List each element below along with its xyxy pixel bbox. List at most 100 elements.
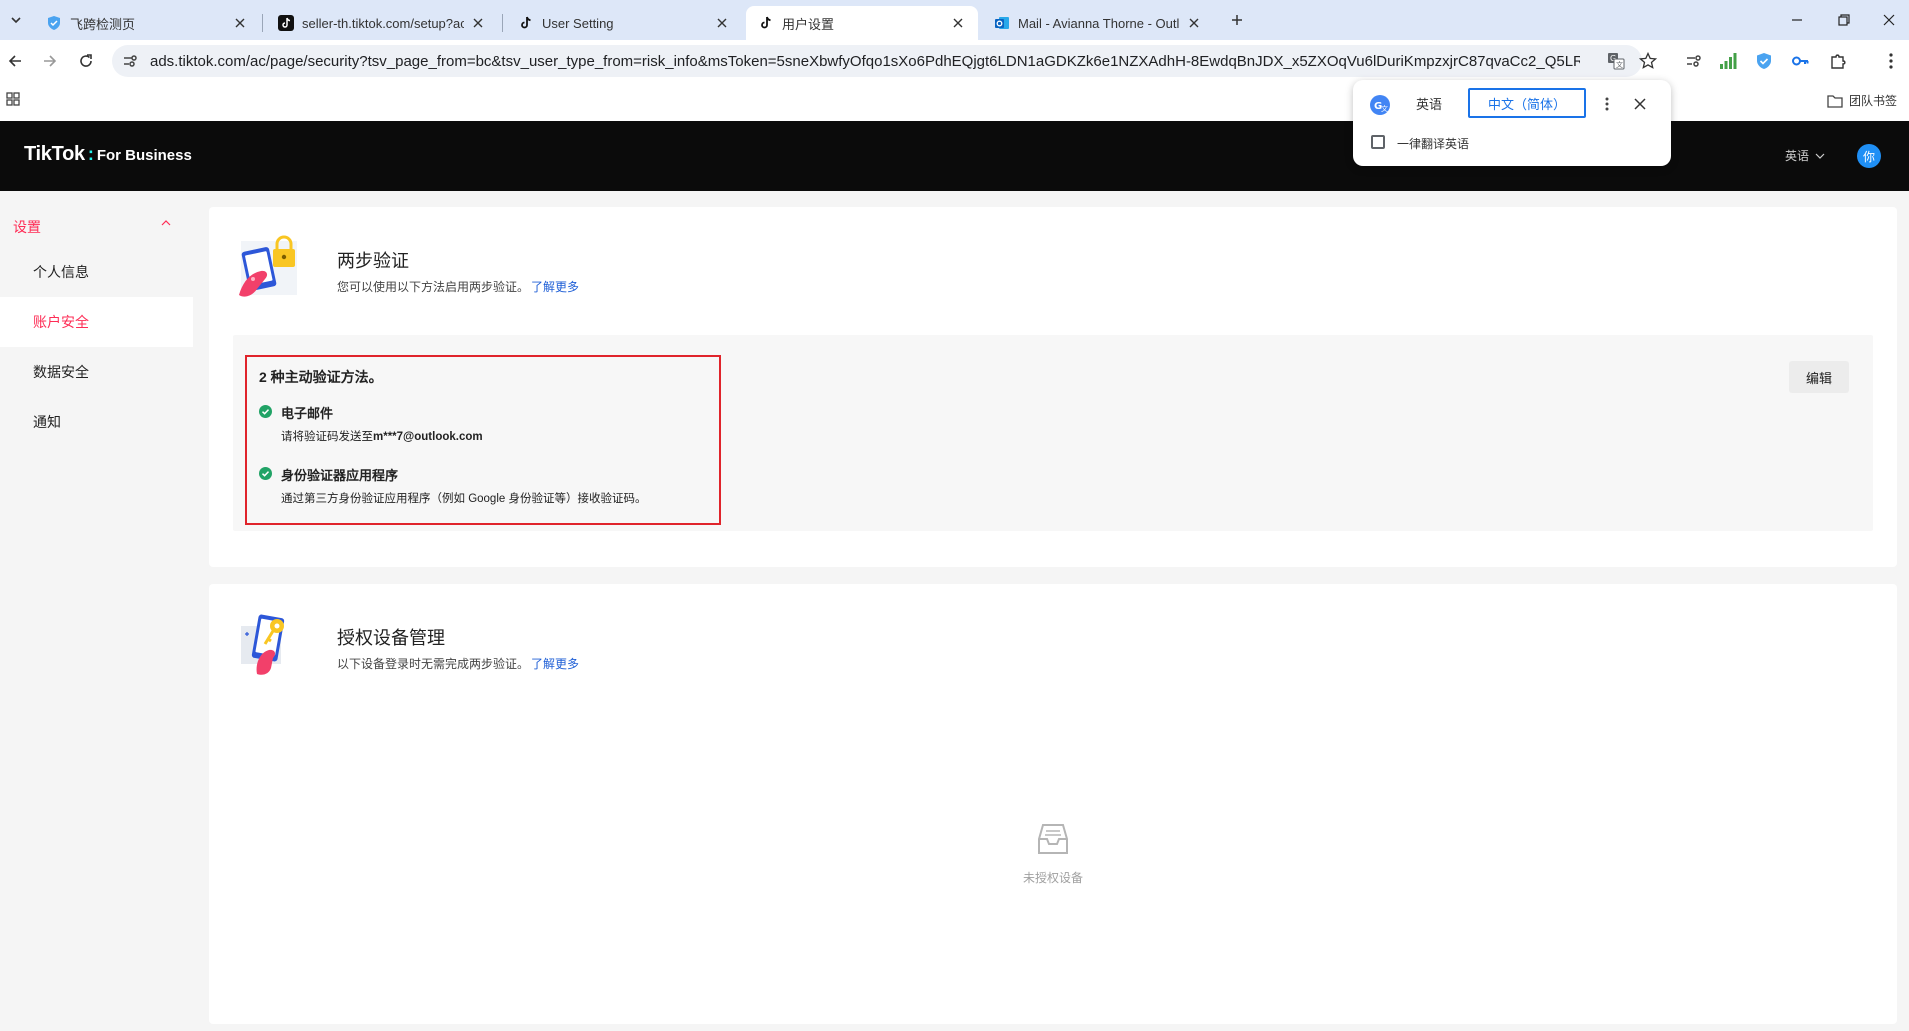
- bookmark-folder-label: 团队书签: [1849, 94, 1898, 108]
- key-extension-icon[interactable]: [1789, 50, 1811, 72]
- svg-text:文: 文: [1616, 60, 1623, 69]
- brand-sub: For Business: [96, 147, 192, 164]
- tab-search-icon[interactable]: [4, 8, 28, 32]
- translate-target-option[interactable]: 中文（简体）: [1468, 88, 1586, 118]
- check-circle-icon: [259, 405, 272, 418]
- language-switcher[interactable]: 英语: [1785, 147, 1825, 164]
- tune-extension-icon[interactable]: [1683, 50, 1705, 72]
- two-step-title: 两步验证: [337, 251, 409, 271]
- tiktok-icon: [518, 15, 534, 31]
- sidebar-group-label: 设置: [13, 219, 41, 235]
- window-close-icon[interactable]: [1877, 8, 1901, 32]
- folder-icon: [1827, 94, 1849, 108]
- always-translate-label: 一律翻译英语: [1397, 137, 1470, 151]
- always-translate-checkbox[interactable]: [1371, 135, 1385, 149]
- two-step-verification-card: 两步验证 您可以使用以下方法启用两步验证。 了解更多 2 种主动验证方法。 电子邮…: [209, 207, 1897, 567]
- google-translate-icon: G文: [1369, 94, 1391, 116]
- signal-bars-extension-icon[interactable]: [1717, 50, 1739, 72]
- sidebar-item-data-security[interactable]: 数据安全: [0, 347, 193, 397]
- more-vert-icon[interactable]: [1880, 50, 1902, 72]
- outlook-icon: [994, 15, 1010, 31]
- close-icon[interactable]: [950, 15, 966, 31]
- sidebar-group-settings[interactable]: 设置: [0, 209, 193, 239]
- close-icon[interactable]: [232, 15, 248, 31]
- tab-separator: [502, 14, 503, 32]
- restore-icon[interactable]: [1832, 8, 1856, 32]
- forward-arrow-icon[interactable]: [38, 49, 62, 73]
- close-icon[interactable]: [1186, 15, 1202, 31]
- check-circle-icon: [259, 467, 272, 480]
- browser-toolbar: ads.tiktok.com/ac/page/security?tsv_page…: [0, 40, 1909, 82]
- site-settings-icon[interactable]: [122, 53, 138, 69]
- phone-key-illustration-icon: [237, 612, 303, 678]
- methods-count: 2 种主动验证方法。: [259, 369, 383, 385]
- method-description-prefix: 请将验证码发送至: [281, 431, 373, 443]
- address-bar[interactable]: ads.tiktok.com/ac/page/security?tsv_page…: [112, 45, 1657, 77]
- verification-methods-highlight: 2 种主动验证方法。 电子邮件 请将验证码发送至m***7@outlook.co…: [245, 355, 721, 525]
- method-description: 请将验证码发送至m***7@outlook.com: [281, 428, 483, 444]
- devices-learn-more-link[interactable]: 了解更多: [531, 657, 579, 671]
- bookmark-folder[interactable]: 团队书签: [1827, 92, 1897, 109]
- two-step-learn-more-link[interactable]: 了解更多: [531, 280, 579, 294]
- tab-title: 用户设置: [782, 16, 835, 32]
- bookmark-star-icon[interactable]: [1638, 51, 1658, 71]
- browser-tab[interactable]: 飞跨检测页: [34, 6, 260, 40]
- close-icon[interactable]: [1630, 94, 1650, 114]
- brand-main: TikTok: [24, 143, 85, 165]
- browser-tab[interactable]: seller-th.tiktok.com/setup?ac: [266, 6, 498, 40]
- tab-separator: [262, 14, 263, 32]
- chevron-up-icon: [160, 218, 172, 228]
- url-text: ads.tiktok.com/ac/page/security?tsv_page…: [150, 53, 1580, 70]
- tab-title: 飞跨检测页: [70, 16, 136, 32]
- translate-icon[interactable]: G文: [1606, 51, 1626, 71]
- language-label: 英语: [1785, 149, 1810, 163]
- masked-email: m***7@outlook.com: [373, 431, 483, 443]
- settings-sidebar: 设置 个人信息 账户安全 数据安全 通知: [0, 191, 193, 1031]
- sidebar-item-account-security[interactable]: 账户安全: [0, 297, 193, 347]
- browser-tab-bar: 飞跨检测页 seller-th.tiktok.com/setup?ac User…: [0, 0, 1909, 40]
- phone-lock-illustration-icon: [237, 235, 303, 301]
- devices-title: 授权设备管理: [337, 628, 445, 648]
- more-vert-icon[interactable]: [1597, 94, 1617, 114]
- minimize-icon[interactable]: [1785, 8, 1809, 32]
- tab-title: User Setting: [542, 15, 614, 31]
- method-title: 身份验证器应用程序: [281, 468, 399, 483]
- devices-description-text: 以下设备登录时无需完成两步验证。: [337, 657, 530, 671]
- tiktok-for-business-logo[interactable]: TikTok : For Business: [24, 143, 192, 166]
- close-icon[interactable]: [714, 15, 730, 31]
- edit-button[interactable]: 编辑: [1789, 361, 1849, 393]
- devices-description: 以下设备登录时无需完成两步验证。 了解更多: [337, 655, 579, 672]
- tab-title: seller-th.tiktok.com/setup?ac: [302, 15, 464, 31]
- method-description: 通过第三方身份验证应用程序（例如 Google 身份验证等）接收验证码。: [281, 493, 647, 505]
- extensions-puzzle-icon[interactable]: [1827, 50, 1849, 72]
- two-step-description: 您可以使用以下方法启用两步验证。 了解更多: [337, 278, 579, 295]
- translate-popup: G文 英语 中文（简体） 一律翻译英语: [1353, 80, 1671, 166]
- shield-extension-icon[interactable]: [1753, 50, 1775, 72]
- brand-separator: :: [87, 144, 94, 164]
- browser-tab[interactable]: Mail - Avianna Thorne - Outl: [982, 6, 1214, 40]
- browser-tab[interactable]: User Setting: [506, 6, 742, 40]
- browser-tab-active[interactable]: 用户设置: [746, 6, 978, 40]
- sidebar-item-profile[interactable]: 个人信息: [0, 247, 193, 297]
- verification-methods-panel: 2 种主动验证方法。 电子邮件 请将验证码发送至m***7@outlook.co…: [233, 335, 1873, 531]
- two-step-description-text: 您可以使用以下方法启用两步验证。: [337, 280, 530, 294]
- back-arrow-icon[interactable]: [3, 49, 27, 73]
- close-icon[interactable]: [470, 15, 486, 31]
- apps-grid-icon[interactable]: [6, 92, 20, 106]
- sidebar-item-notifications[interactable]: 通知: [0, 397, 193, 447]
- authorized-devices-card: 授权设备管理 以下设备登录时无需完成两步验证。 了解更多 未授权设备: [209, 584, 1897, 1024]
- method-title: 电子邮件: [281, 406, 334, 421]
- tab-title: Mail - Avianna Thorne - Outl: [1018, 15, 1180, 31]
- empty-devices-label: 未授权设备: [1022, 871, 1083, 885]
- reload-icon[interactable]: [74, 49, 98, 73]
- svg-text:文: 文: [1381, 104, 1388, 113]
- chevron-down-icon: [1809, 151, 1825, 161]
- new-tab-plus-icon[interactable]: [1226, 9, 1248, 31]
- tiktok-icon: [278, 15, 294, 31]
- empty-inbox-icon: [1033, 819, 1073, 859]
- shield-icon: [46, 15, 62, 31]
- empty-devices-state: 未授权设备: [1003, 819, 1103, 886]
- avatar[interactable]: 你: [1857, 144, 1881, 168]
- tiktok-icon: [758, 15, 774, 31]
- translate-source-option[interactable]: 英语: [1393, 88, 1465, 118]
